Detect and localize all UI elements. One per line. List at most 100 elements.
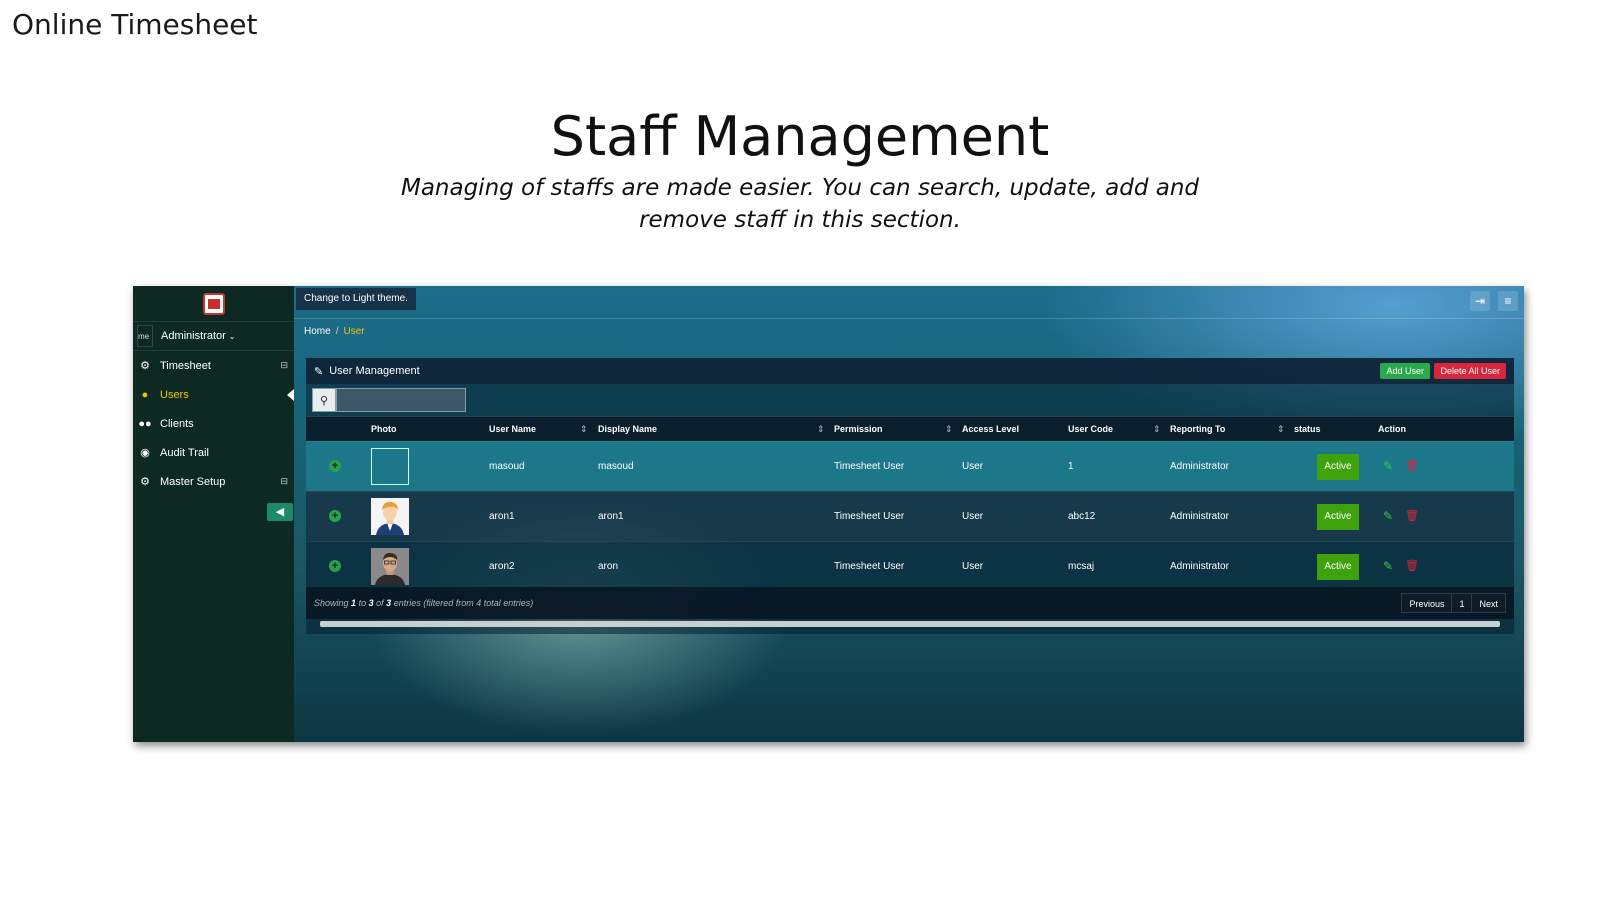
- expand-row-icon[interactable]: +: [329, 560, 341, 572]
- previous-page-button[interactable]: Previous: [1401, 593, 1453, 613]
- col-reporting-to[interactable]: Reporting To: [1170, 417, 1225, 441]
- menu-icon[interactable]: ≡: [1498, 291, 1518, 311]
- sidebar-item-master-setup[interactable]: ⚙ Master Setup ⊟: [133, 467, 294, 496]
- search-icon[interactable]: ⚲: [312, 388, 336, 412]
- gears-icon: ⚙: [140, 360, 150, 372]
- main-content: Change to Light theme. ⇥ ≡ Home / User ✎ U…: [294, 286, 1524, 742]
- breadcrumb-separator: /: [335, 326, 339, 337]
- table-header: Photo User Name ⇕ Display Name ⇕ Permiss…: [306, 416, 1514, 441]
- search-input[interactable]: [336, 388, 466, 412]
- slide-title: Staff Management: [550, 105, 1050, 168]
- col-user-code[interactable]: User Code: [1068, 417, 1113, 441]
- sidebar-item-label: Clients: [160, 417, 194, 430]
- app-logo[interactable]: [203, 293, 225, 315]
- col-access-level[interactable]: Access Level: [962, 417, 1019, 441]
- table-row[interactable]: + aron2 aron Timesheet User User mcsaj A…: [306, 541, 1514, 591]
- sort-icon[interactable]: ⇕: [817, 417, 825, 441]
- chevron-down-icon[interactable]: ⌄: [229, 332, 236, 341]
- subtitle-line-1: Managing of staffs are made easier. You …: [400, 175, 1200, 201]
- sidebar-item-label: Master Setup: [160, 475, 226, 488]
- sidebar-item-label: Timesheet: [160, 359, 211, 372]
- cell-display-name: aron: [598, 561, 619, 572]
- sort-icon[interactable]: ⇕: [945, 417, 953, 441]
- expand-row-icon[interactable]: +: [329, 460, 341, 472]
- info-from: 1: [351, 598, 357, 608]
- cell-user-code: mcsaj: [1068, 561, 1095, 572]
- info-prefix: Showing: [314, 598, 349, 608]
- sidebar-item-clients[interactable]: ●● Clients: [133, 409, 294, 438]
- cell-user-name: aron2: [489, 561, 515, 572]
- status-badge: Active: [1317, 504, 1359, 530]
- app-screenshot: me Administrator ⌄ ⚙ Timesheet ⊟ ● Users…: [133, 286, 1524, 742]
- sidebar: me Administrator ⌄ ⚙ Timesheet ⊟ ● Users…: [133, 286, 294, 742]
- edit-icon[interactable]: ✎: [1383, 542, 1393, 591]
- breadcrumb-home[interactable]: Home: [304, 326, 331, 337]
- user-photo: [371, 498, 409, 535]
- user-photo: [371, 548, 409, 585]
- sort-icon[interactable]: ⇕: [1277, 417, 1285, 441]
- col-permission[interactable]: Permission: [834, 417, 883, 441]
- sidebar-item-timesheet[interactable]: ⚙ Timesheet ⊟: [133, 351, 294, 380]
- pagination: Previous 1 Next: [1401, 593, 1506, 613]
- info-total: 3: [386, 598, 392, 608]
- collapse-indicator-icon[interactable]: ⊟: [280, 360, 288, 371]
- panel-header: ✎ User Management Add User Delete All Us…: [306, 358, 1514, 384]
- next-page-button[interactable]: Next: [1471, 593, 1506, 613]
- trash-icon[interactable]: 🗑: [1405, 492, 1419, 541]
- info-of-word: of: [376, 598, 384, 608]
- user-menu[interactable]: me Administrator ⌄: [133, 321, 294, 351]
- collapse-indicator-icon[interactable]: ⊟: [280, 476, 288, 487]
- sidebar-item-audit-trail[interactable]: ◉ Audit Trail: [133, 438, 294, 467]
- users-icon: ●●: [138, 417, 152, 430]
- col-status[interactable]: status: [1294, 417, 1321, 441]
- cell-access-level: User: [962, 511, 984, 522]
- info-to-word: to: [358, 598, 367, 608]
- delete-all-user-button[interactable]: Delete All User: [1434, 363, 1506, 379]
- cell-access-level: User: [962, 561, 984, 572]
- sort-icon[interactable]: ⇕: [580, 417, 588, 441]
- cell-user-code: 1: [1068, 461, 1074, 472]
- trash-icon[interactable]: 🗑: [1405, 542, 1419, 591]
- eye-icon: ◉: [140, 447, 150, 459]
- sort-icon[interactable]: ⇕: [1153, 417, 1161, 441]
- breadcrumb-current: User: [343, 326, 365, 337]
- slide-label: Online Timesheet: [12, 8, 258, 41]
- panel-title: User Management: [329, 365, 420, 377]
- col-photo: Photo: [371, 424, 397, 434]
- info-to: 3: [368, 598, 374, 608]
- sidebar-item-users[interactable]: ● Users: [133, 380, 294, 409]
- cell-permission: Timesheet User: [834, 461, 905, 472]
- table-row[interactable]: + masoud masoud Timesheet User User 1 Ad…: [306, 441, 1514, 491]
- add-user-button[interactable]: Add User: [1380, 363, 1430, 379]
- table-row[interactable]: + aron1 aron1 Timesheet User User abc12 …: [306, 491, 1514, 541]
- cell-reporting-to: Administrator: [1170, 461, 1229, 472]
- edit-icon[interactable]: ✎: [1383, 492, 1393, 541]
- cell-permission: Timesheet User: [834, 561, 905, 572]
- horizontal-scrollbar[interactable]: [320, 621, 1500, 627]
- collapse-sidebar-button[interactable]: ◀: [267, 503, 293, 521]
- user-management-panel: ✎ User Management Add User Delete All Us…: [306, 358, 1514, 634]
- col-action: Action: [1378, 424, 1406, 434]
- info-suffix: entries (filtered from 4 total entries): [393, 598, 534, 608]
- trash-icon[interactable]: 🗑: [1405, 442, 1419, 491]
- expand-row-icon[interactable]: +: [329, 510, 341, 522]
- avatar-photo: [371, 548, 409, 585]
- subtitle-line-2: remove staff in this section.: [639, 207, 961, 233]
- col-display-name[interactable]: Display Name: [598, 417, 657, 441]
- search-box: ⚲: [312, 388, 466, 412]
- cell-user-name: aron1: [489, 511, 515, 522]
- page-1-button[interactable]: 1: [1451, 593, 1473, 613]
- user-name[interactable]: Administrator: [161, 330, 226, 342]
- sidebar-nav: ⚙ Timesheet ⊟ ● Users ●● Clients ◉ Audit…: [133, 351, 294, 496]
- slide-subtitle: Managing of staffs are made easier. You …: [400, 172, 1200, 236]
- theme-toggle-button[interactable]: Change to Light theme.: [296, 288, 416, 310]
- logout-icon[interactable]: ⇥: [1470, 291, 1490, 311]
- sidebar-item-label: Users: [160, 388, 189, 401]
- edit-icon: ✎: [314, 365, 324, 378]
- cell-reporting-to: Administrator: [1170, 511, 1229, 522]
- col-user-name[interactable]: User Name: [489, 417, 536, 441]
- cell-access-level: User: [962, 461, 984, 472]
- entries-info: Showing 1 to 3 of 3 entries (filtered fr…: [314, 587, 533, 619]
- active-caret-icon: [287, 388, 294, 401]
- edit-icon[interactable]: ✎: [1383, 442, 1393, 491]
